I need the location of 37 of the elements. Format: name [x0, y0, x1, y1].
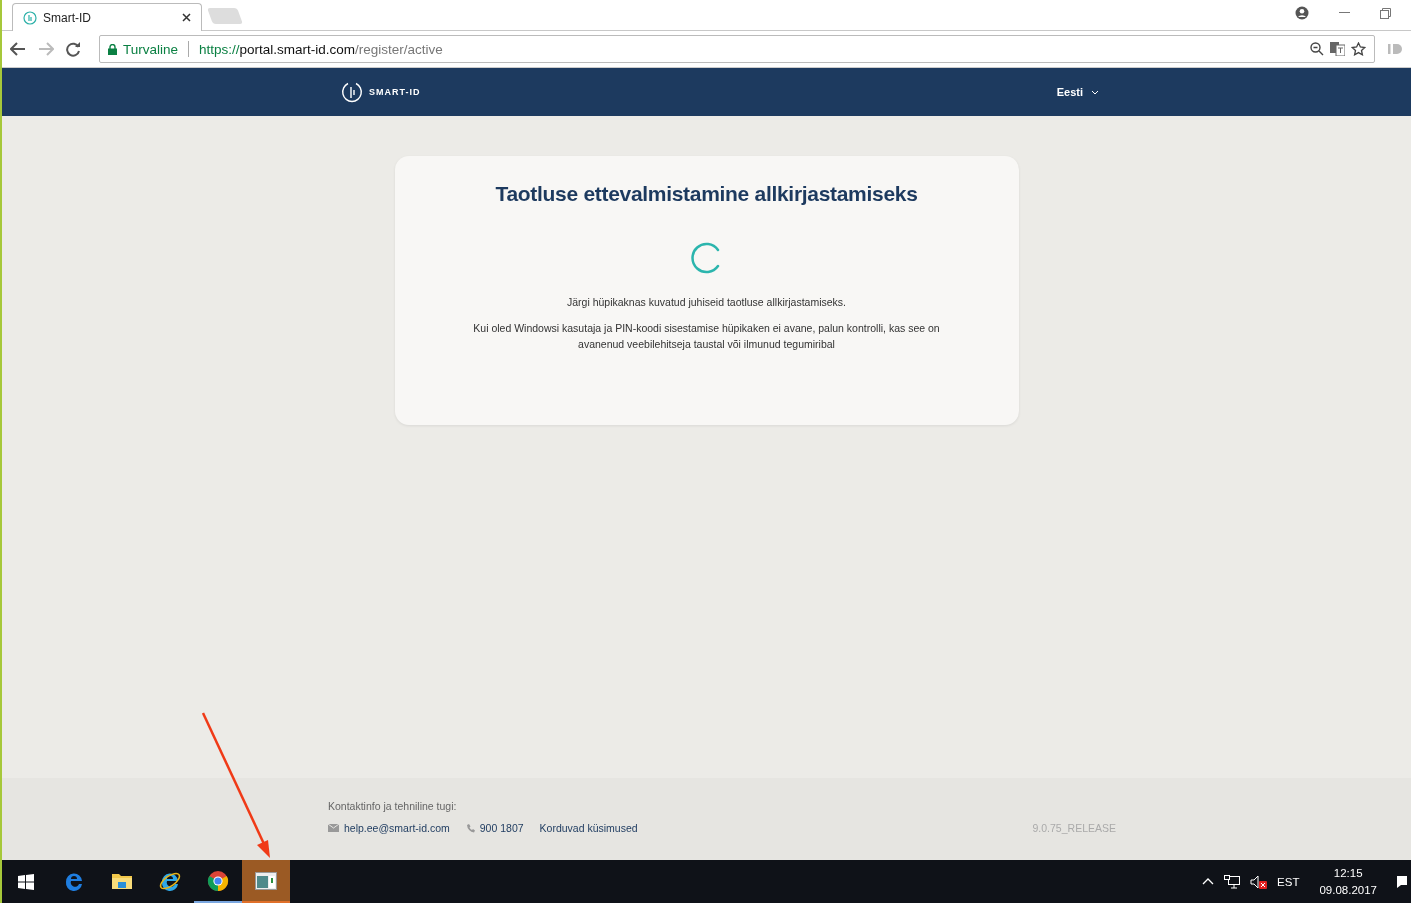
- version-text: 9.0.75_RELEASE: [1032, 822, 1116, 834]
- faq-link[interactable]: Korduvad küsimused: [539, 822, 638, 834]
- window-icon[interactable]: [255, 871, 277, 890]
- chevron-icon: [1091, 89, 1099, 95]
- input-language[interactable]: EST: [1277, 875, 1300, 888]
- mail-icon: [328, 824, 339, 832]
- email-link[interactable]: help.ee@smart-id.com: [328, 822, 450, 834]
- windows-start-icon[interactable]: [18, 873, 34, 890]
- profile-icon[interactable]: [1295, 6, 1309, 20]
- back-icon[interactable]: [10, 42, 26, 56]
- browser-tab[interactable]: Smart-ID: [12, 3, 202, 31]
- instruction-text: Kui oled Windowsi kasutaja ja PIN-koodi sisestamise hüpikaken ei avane, palun kontrolli, kas see on avanenud veebilehitseja taustal või ilmunud tegumiribal: [472, 321, 941, 352]
- minimize-icon[interactable]: [1339, 12, 1350, 14]
- card-title: Taotluse ettevalmistamine allkirjastamiseks: [495, 182, 918, 206]
- zoom-out-icon[interactable]: [1310, 42, 1324, 56]
- translate-icon[interactable]: [1330, 42, 1345, 56]
- star-icon[interactable]: [1351, 42, 1366, 56]
- address-field[interactable]: Turvaline https://portal.smart-id.com/register/active: [99, 35, 1375, 63]
- restore-icon[interactable]: [1380, 7, 1391, 19]
- contact-heading: Kontaktinfo ja tehniline tugi:: [328, 800, 458, 812]
- network-icon[interactable]: [1224, 874, 1241, 889]
- instruction-text: Järgi hüpikaknas kuvatud juhiseid taotluse allkirjastamiseks.: [567, 295, 846, 310]
- reload-icon[interactable]: [66, 41, 81, 57]
- language-selector[interactable]: Eesti: [1056, 86, 1099, 98]
- clock[interactable]: 12:15 09.08.2017: [1319, 864, 1377, 899]
- chevron-up-icon[interactable]: [1202, 878, 1215, 885]
- notification-icon[interactable]: [1397, 874, 1407, 889]
- chrome-icon[interactable]: [207, 869, 229, 892]
- smart-id-logo-icon: [340, 80, 364, 104]
- smart-id-icon: [23, 10, 37, 25]
- lock-icon: [108, 43, 117, 55]
- speaker-muted-icon[interactable]: [1250, 874, 1268, 889]
- close-icon[interactable]: [182, 13, 191, 22]
- phone-icon: [465, 823, 475, 833]
- folder-icon[interactable]: [111, 871, 133, 890]
- phone-link[interactable]: 900 1807: [465, 822, 524, 834]
- logo-text: SMART-ID: [369, 87, 421, 97]
